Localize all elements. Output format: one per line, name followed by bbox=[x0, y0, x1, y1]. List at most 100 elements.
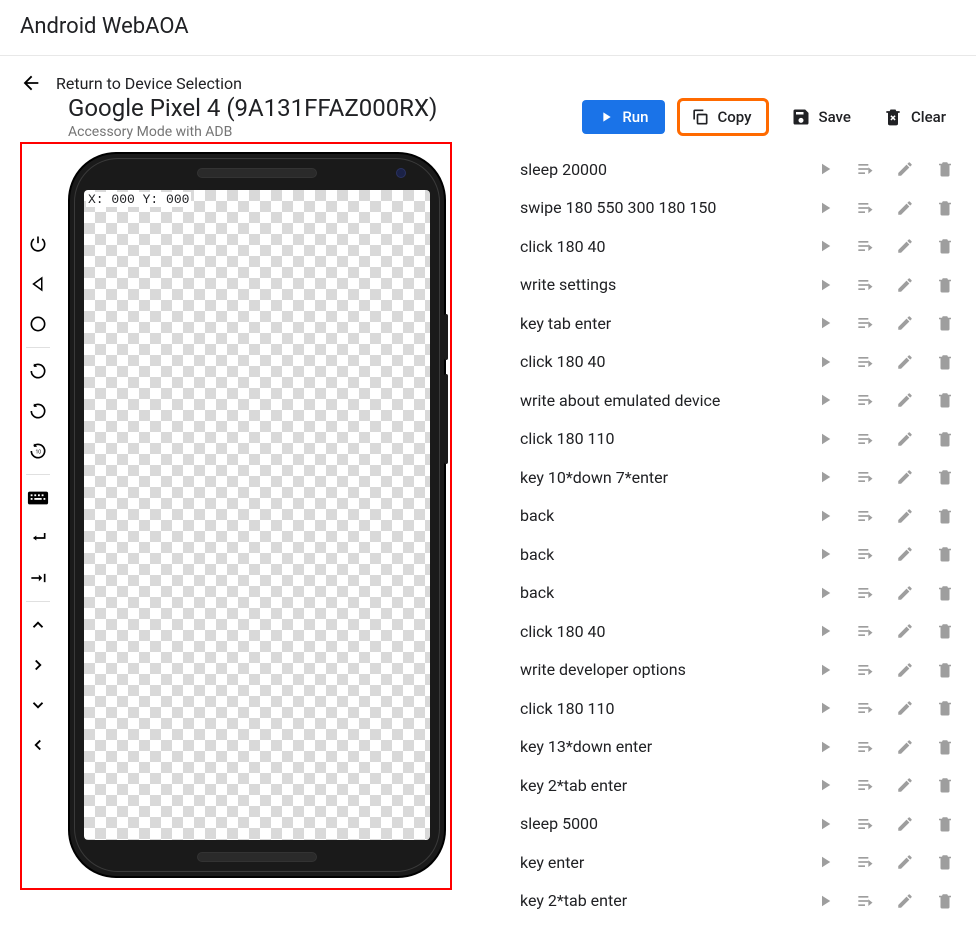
play-icon[interactable] bbox=[814, 466, 836, 488]
play-icon[interactable] bbox=[814, 389, 836, 411]
rotate-timer-icon[interactable]: 10 bbox=[25, 431, 51, 471]
edit-icon[interactable] bbox=[894, 158, 916, 180]
edit-icon[interactable] bbox=[894, 428, 916, 450]
back-nav-icon[interactable] bbox=[25, 264, 51, 304]
play-from-icon[interactable] bbox=[854, 312, 876, 334]
play-icon[interactable] bbox=[814, 274, 836, 296]
play-from-icon[interactable] bbox=[854, 197, 876, 219]
save-button[interactable]: Save bbox=[781, 99, 861, 135]
chevron-down-icon[interactable] bbox=[25, 685, 51, 725]
chevron-right-icon[interactable] bbox=[25, 645, 51, 685]
play-from-icon[interactable] bbox=[854, 659, 876, 681]
play-from-icon[interactable] bbox=[854, 774, 876, 796]
play-from-icon[interactable] bbox=[854, 697, 876, 719]
play-icon[interactable] bbox=[814, 197, 836, 219]
clear-button[interactable]: Clear bbox=[873, 99, 956, 135]
edit-icon[interactable] bbox=[894, 890, 916, 912]
edit-icon[interactable] bbox=[894, 659, 916, 681]
edit-icon[interactable] bbox=[894, 466, 916, 488]
play-icon[interactable] bbox=[814, 582, 836, 604]
delete-icon[interactable] bbox=[934, 466, 956, 488]
play-icon[interactable] bbox=[814, 890, 836, 912]
delete-icon[interactable] bbox=[934, 505, 956, 527]
play-icon[interactable] bbox=[814, 428, 836, 450]
play-from-icon[interactable] bbox=[854, 428, 876, 450]
play-from-icon[interactable] bbox=[854, 851, 876, 873]
delete-icon[interactable] bbox=[934, 890, 956, 912]
rotate-cw-icon[interactable] bbox=[25, 351, 51, 391]
edit-icon[interactable] bbox=[894, 736, 916, 758]
delete-icon[interactable] bbox=[934, 659, 956, 681]
play-from-icon[interactable] bbox=[854, 582, 876, 604]
action-bar: Run Copy Save Clear bbox=[518, 98, 956, 136]
rotate-ccw-icon[interactable] bbox=[25, 391, 51, 431]
tab-icon[interactable] bbox=[25, 558, 51, 598]
play-from-icon[interactable] bbox=[854, 543, 876, 565]
edit-icon[interactable] bbox=[894, 505, 916, 527]
play-icon[interactable] bbox=[814, 158, 836, 180]
play-from-icon[interactable] bbox=[854, 813, 876, 835]
chevron-left-icon[interactable] bbox=[25, 725, 51, 765]
edit-icon[interactable] bbox=[894, 697, 916, 719]
play-from-icon[interactable] bbox=[854, 736, 876, 758]
play-icon[interactable] bbox=[814, 235, 836, 257]
device-screen[interactable]: X: 000 Y: 000 bbox=[84, 190, 430, 840]
edit-icon[interactable] bbox=[894, 582, 916, 604]
power-icon[interactable] bbox=[25, 224, 51, 264]
keyboard-icon[interactable] bbox=[25, 478, 51, 518]
edit-icon[interactable] bbox=[894, 543, 916, 565]
play-icon[interactable] bbox=[814, 736, 836, 758]
delete-icon[interactable] bbox=[934, 197, 956, 219]
play-from-icon[interactable] bbox=[854, 351, 876, 373]
play-icon[interactable] bbox=[814, 813, 836, 835]
delete-icon[interactable] bbox=[934, 620, 956, 642]
home-icon[interactable] bbox=[25, 304, 51, 344]
edit-icon[interactable] bbox=[894, 235, 916, 257]
edit-icon[interactable] bbox=[894, 197, 916, 219]
chevron-up-icon[interactable] bbox=[25, 605, 51, 645]
delete-icon[interactable] bbox=[934, 774, 956, 796]
copy-button[interactable]: Copy bbox=[677, 98, 769, 136]
edit-icon[interactable] bbox=[894, 774, 916, 796]
delete-icon[interactable] bbox=[934, 582, 956, 604]
play-icon[interactable] bbox=[814, 312, 836, 334]
delete-icon[interactable] bbox=[934, 274, 956, 296]
play-icon[interactable] bbox=[814, 851, 836, 873]
play-from-icon[interactable] bbox=[854, 274, 876, 296]
delete-icon[interactable] bbox=[934, 351, 956, 373]
delete-icon[interactable] bbox=[934, 312, 956, 334]
return-link[interactable]: Return to Device Selection bbox=[0, 56, 976, 94]
edit-icon[interactable] bbox=[894, 351, 916, 373]
edit-icon[interactable] bbox=[894, 389, 916, 411]
delete-icon[interactable] bbox=[934, 813, 956, 835]
play-icon[interactable] bbox=[814, 620, 836, 642]
play-from-icon[interactable] bbox=[854, 389, 876, 411]
delete-icon[interactable] bbox=[934, 389, 956, 411]
edit-icon[interactable] bbox=[894, 312, 916, 334]
play-from-icon[interactable] bbox=[854, 158, 876, 180]
play-from-icon[interactable] bbox=[854, 620, 876, 642]
edit-icon[interactable] bbox=[894, 620, 916, 642]
delete-icon[interactable] bbox=[934, 851, 956, 873]
delete-icon[interactable] bbox=[934, 736, 956, 758]
delete-icon[interactable] bbox=[934, 428, 956, 450]
play-from-icon[interactable] bbox=[854, 890, 876, 912]
play-icon[interactable] bbox=[814, 505, 836, 527]
delete-icon[interactable] bbox=[934, 543, 956, 565]
play-icon[interactable] bbox=[814, 351, 836, 373]
enter-icon[interactable] bbox=[25, 518, 51, 558]
play-from-icon[interactable] bbox=[854, 505, 876, 527]
delete-icon[interactable] bbox=[934, 697, 956, 719]
delete-icon[interactable] bbox=[934, 158, 956, 180]
play-from-icon[interactable] bbox=[854, 235, 876, 257]
run-button[interactable]: Run bbox=[582, 100, 664, 134]
delete-icon[interactable] bbox=[934, 235, 956, 257]
edit-icon[interactable] bbox=[894, 813, 916, 835]
play-icon[interactable] bbox=[814, 774, 836, 796]
play-icon[interactable] bbox=[814, 697, 836, 719]
edit-icon[interactable] bbox=[894, 274, 916, 296]
play-from-icon[interactable] bbox=[854, 466, 876, 488]
edit-icon[interactable] bbox=[894, 851, 916, 873]
play-icon[interactable] bbox=[814, 659, 836, 681]
play-icon[interactable] bbox=[814, 543, 836, 565]
